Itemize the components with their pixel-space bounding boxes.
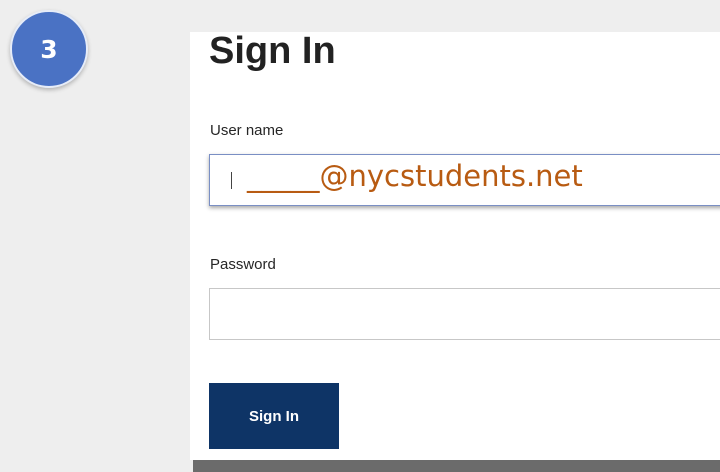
password-input[interactable] [209, 288, 720, 340]
password-label: Password [210, 256, 276, 273]
sign-in-panel: Sign In User name _____@nycstudents.net … [190, 32, 720, 460]
username-label: User name [210, 122, 284, 139]
step-number-badge: 3 [10, 10, 88, 88]
text-cursor [231, 172, 232, 189]
username-value: _____@nycstudents.net [247, 159, 583, 193]
page-title: Sign In [209, 32, 336, 72]
sign-in-button[interactable]: Sign In [209, 383, 339, 449]
username-input[interactable]: _____@nycstudents.net [209, 154, 720, 206]
